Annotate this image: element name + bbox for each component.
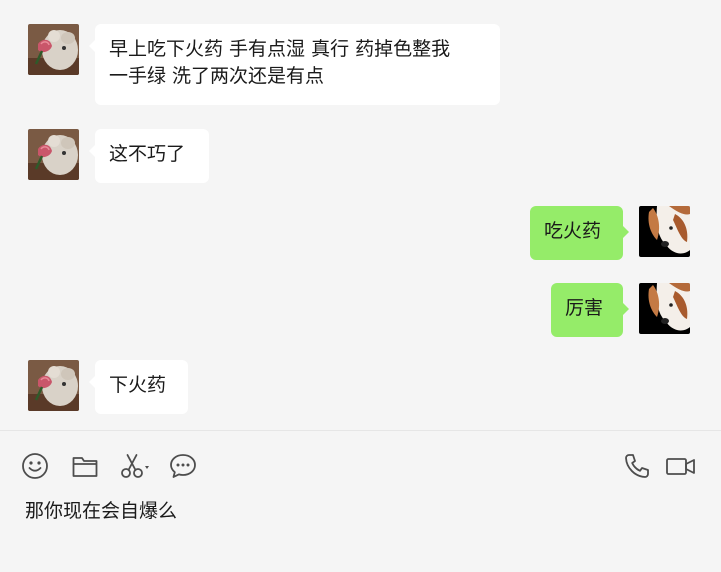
cat-rose-avatar-icon	[28, 129, 79, 180]
emoji-icon	[22, 453, 48, 479]
dog-avatar-icon	[639, 283, 690, 334]
message-bubble-incoming[interactable]: 下火药	[89, 360, 188, 414]
video-call-button[interactable]	[664, 451, 698, 481]
phone-icon	[625, 454, 649, 478]
dog-avatar-icon	[639, 206, 690, 257]
voice-call-button[interactable]	[622, 451, 652, 481]
composer-toolbar	[0, 431, 721, 497]
self-avatar[interactable]	[639, 206, 690, 257]
message-bubble-outgoing[interactable]: 吃火药	[530, 206, 629, 260]
send-file-button[interactable]	[70, 451, 100, 481]
chat-bubble-icon	[170, 454, 196, 478]
message-input-area[interactable]: 那你现在会自爆么	[0, 497, 721, 572]
self-avatar[interactable]	[639, 283, 690, 334]
message-row-outgoing: 吃火药	[0, 206, 721, 260]
scissors-icon	[121, 454, 149, 478]
contact-avatar[interactable]	[28, 360, 79, 411]
message-input-text[interactable]: 那你现在会自爆么	[25, 497, 177, 525]
screenshot-button[interactable]	[118, 451, 152, 481]
chat-history-button[interactable]	[168, 451, 198, 481]
contact-avatar[interactable]	[28, 24, 79, 75]
chat-message-area: 早上吃下火药 手有点湿 真行 药掉色整我 一手绿 洗了两次还是有点 这不巧了 吃…	[0, 0, 721, 430]
folder-icon	[72, 457, 98, 477]
emoji-button[interactable]	[20, 451, 50, 481]
message-bubble-incoming[interactable]: 这不巧了	[89, 129, 209, 183]
message-bubble-incoming[interactable]: 早上吃下火药 手有点湿 真行 药掉色整我 一手绿 洗了两次还是有点	[89, 24, 500, 105]
message-row-incoming: 下火药	[0, 360, 721, 414]
message-row-outgoing: 厉害	[0, 283, 721, 337]
message-bubble-outgoing[interactable]: 厉害	[551, 283, 629, 337]
cat-rose-avatar-icon	[28, 360, 79, 411]
contact-avatar[interactable]	[28, 129, 79, 180]
message-row-incoming: 早上吃下火药 手有点湿 真行 药掉色整我 一手绿 洗了两次还是有点	[0, 24, 721, 106]
video-call-icon	[666, 458, 695, 475]
message-row-incoming: 这不巧了	[0, 129, 721, 183]
cat-rose-avatar-icon	[28, 24, 79, 75]
